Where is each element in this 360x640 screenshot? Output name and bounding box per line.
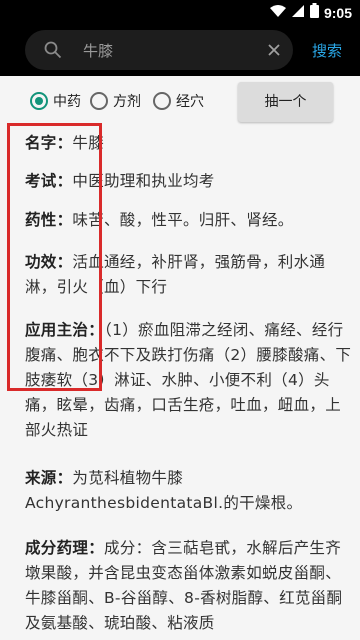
status-bar: 9:05 <box>0 0 360 24</box>
field-label: 成分药理： <box>25 539 105 557</box>
radio-herb[interactable]: 中药 <box>30 91 81 111</box>
random-pick-button[interactable]: 抽一个 <box>238 82 333 122</box>
radio-checked-icon <box>30 92 48 110</box>
app-bar: 牛膝 搜索 <box>0 24 360 76</box>
field-source: 来源：为苋科植物牛膝AchyranthesbidentataBl.的干燥根。 <box>25 466 355 516</box>
radio-label: 方剂 <box>113 94 141 110</box>
radio-label: 中药 <box>53 94 81 110</box>
search-input[interactable]: 牛膝 <box>25 30 293 70</box>
search-icon <box>44 41 62 63</box>
search-button[interactable]: 搜索 <box>312 40 342 61</box>
field-effect: 功效：活血通经，补肝肾，强筋骨，利水通淋，引火（血）下行 <box>25 250 355 300</box>
field-value: 牛膝 <box>72 134 105 152</box>
signal-icon <box>291 3 305 22</box>
field-label: 考试： <box>25 172 73 190</box>
radio-acupoint[interactable]: 经穴 <box>153 91 204 111</box>
field-value: 味苦、酸，性平。归肝、肾经。 <box>72 211 294 229</box>
field-label: 名字： <box>25 134 73 152</box>
herb-detail: 名字：牛膝 考试：中医助理和执业均考 药性：味苦、酸，性平。归肝、肾经。 功效：… <box>0 126 360 640</box>
search-query: 牛膝 <box>83 42 114 60</box>
radio-label: 经穴 <box>176 94 204 110</box>
field-label: 应用主治： <box>25 321 105 339</box>
status-icons: 9:05 <box>269 3 352 22</box>
wifi-icon <box>269 3 286 22</box>
field-name: 名字：牛膝 <box>25 131 355 156</box>
field-nature: 药性：味苦、酸，性平。归肝、肾经。 <box>25 208 355 233</box>
field-pharmacology: 成分药理：成分：含三萜皂甙，水解后产生齐墩果酸，并含昆虫变态甾体激素如蜕皮甾酮、… <box>25 536 355 636</box>
field-label: 功效： <box>25 253 73 271</box>
close-icon[interactable] <box>267 42 281 61</box>
radio-unchecked-icon <box>90 92 108 110</box>
status-time: 9:05 <box>323 4 352 21</box>
field-exam: 考试：中医助理和执业均考 <box>25 169 355 194</box>
field-label: 来源： <box>25 469 73 487</box>
radio-formula[interactable]: 方剂 <box>90 91 141 111</box>
field-label: 药性： <box>25 211 73 229</box>
field-indication: 应用主治：（1）瘀血阻滞之经闭、痛经、经行腹痛、胞衣不下及跌打伤痛（2）腰膝酸痛… <box>25 318 355 443</box>
battery-icon <box>309 3 319 22</box>
field-value: 中医助理和执业均考 <box>72 172 215 190</box>
radio-unchecked-icon <box>153 92 171 110</box>
